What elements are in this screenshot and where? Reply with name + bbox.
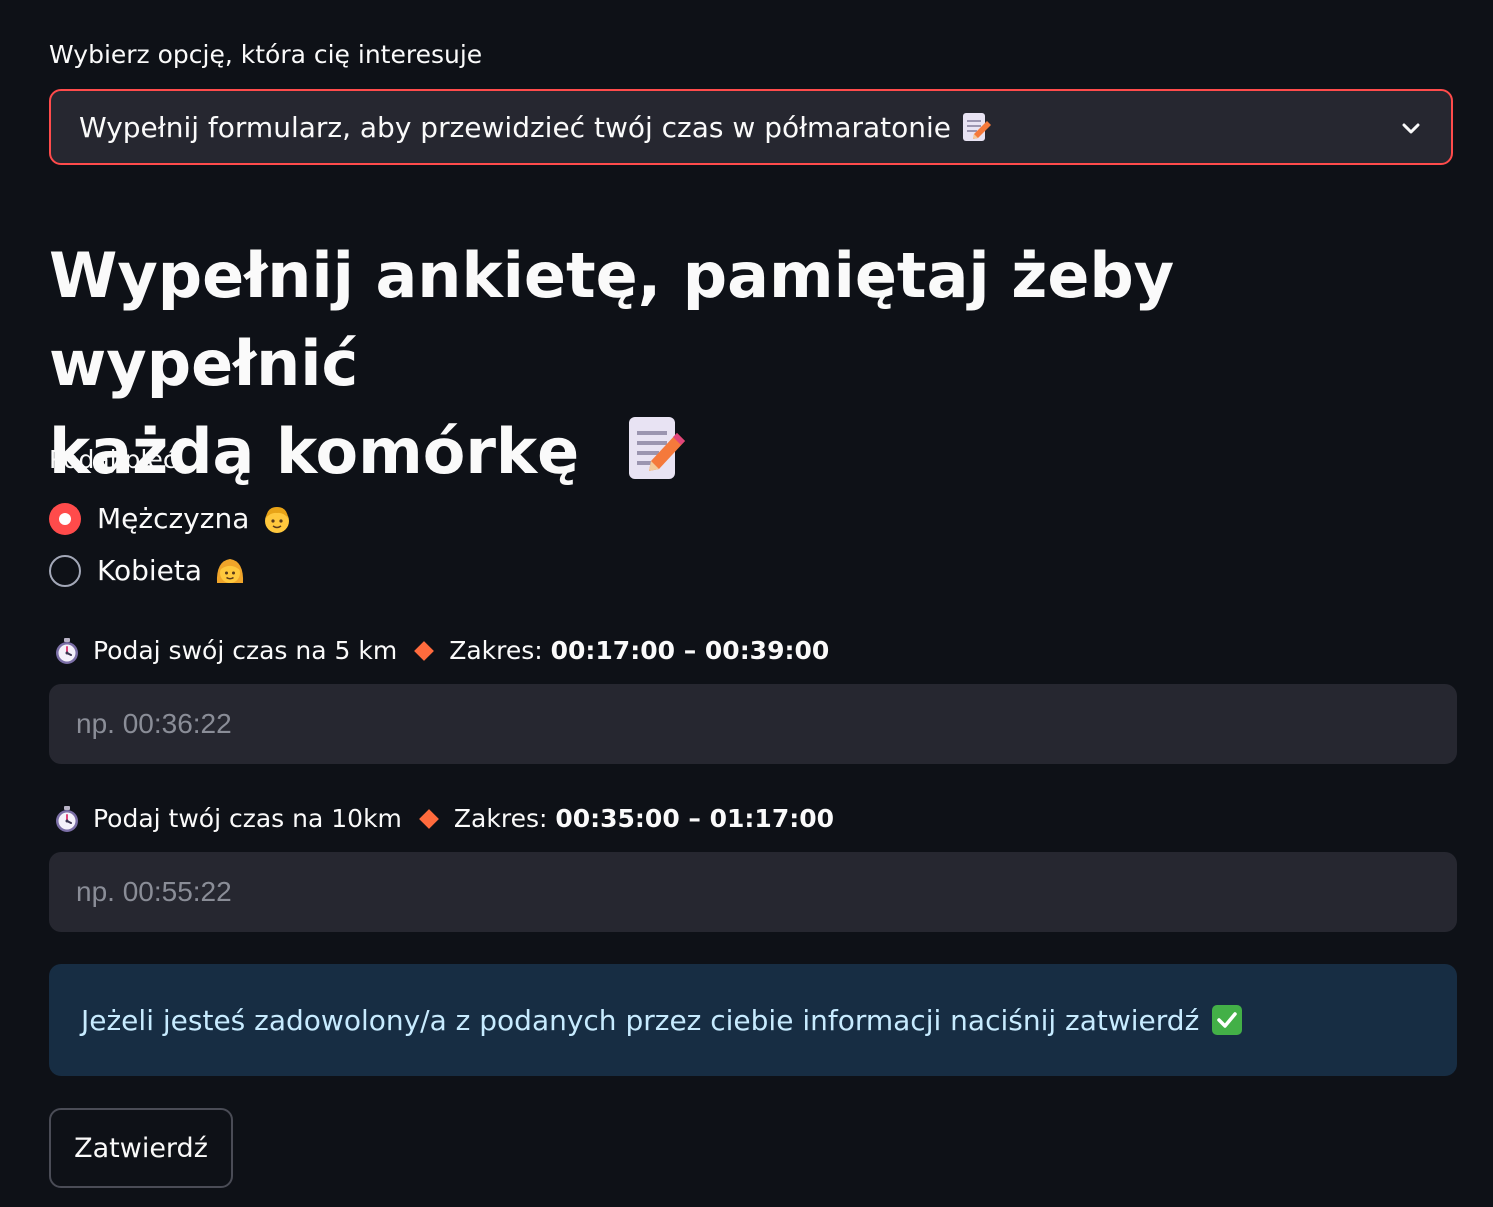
diamond-icon bbox=[419, 808, 439, 829]
field-label-5km: Podaj swój czas na 5 km Zakres: 00:17:00… bbox=[53, 636, 829, 665]
page-title-line1: Wypełnij ankietę, pamiętaj żeby wypełnić bbox=[49, 239, 1175, 400]
radio-label-female: Kobieta bbox=[97, 554, 203, 587]
time-5km-input[interactable] bbox=[49, 684, 1457, 764]
field-label-text: Podaj swój czas na 5 km bbox=[93, 636, 398, 665]
range-prefix: Zakres: bbox=[449, 636, 543, 665]
check-mark-icon bbox=[1212, 1005, 1243, 1035]
field-label-text: Podaj twój czas na 10km bbox=[93, 804, 402, 833]
memo-icon bbox=[963, 113, 992, 141]
memo-icon bbox=[628, 417, 685, 479]
submit-button[interactable]: Zatwierdź bbox=[49, 1108, 233, 1188]
range-prefix: Zakres: bbox=[453, 804, 548, 833]
radio-option-male[interactable]: Mężczyzna bbox=[49, 502, 293, 535]
field-label-10km: Podaj twój czas na 10km Zakres: 00:35:00… bbox=[53, 804, 834, 833]
diamond-icon bbox=[414, 640, 435, 661]
option-select[interactable]: Wypełnij formularz, aby przewidzieć twój… bbox=[49, 89, 1453, 165]
stopwatch-icon bbox=[56, 637, 78, 664]
gender-label: Podaj płeć bbox=[49, 445, 177, 474]
range-value: 00:35:00 – 01:17:00 bbox=[555, 804, 834, 833]
radio-button-selected[interactable] bbox=[49, 502, 81, 535]
radio-label-male: Mężczyzna bbox=[97, 502, 250, 535]
stopwatch-icon bbox=[56, 805, 78, 832]
select-value: Wypełnij formularz, aby przewidzieć twój… bbox=[79, 110, 952, 144]
range-value: 00:17:00 – 00:39:00 bbox=[550, 636, 830, 665]
page-title: Wypełnij ankietę, pamiętaj żeby wypełnić… bbox=[49, 232, 1409, 496]
select-label: Wybierz opcję, która cię interesuje bbox=[49, 40, 483, 69]
radio-option-female[interactable]: Kobieta bbox=[49, 554, 246, 587]
time-10km-input[interactable] bbox=[49, 852, 1457, 932]
woman-face-icon bbox=[216, 558, 244, 583]
info-alert: Jeżeli jesteś zadowolony/a z podanych pr… bbox=[49, 964, 1457, 1076]
info-text: Jeżeli jesteś zadowolony/a z podanych pr… bbox=[81, 1003, 1200, 1037]
chevron-down-icon[interactable] bbox=[1397, 115, 1425, 143]
radio-button-unselected[interactable] bbox=[49, 554, 81, 587]
man-face-icon bbox=[265, 506, 290, 533]
